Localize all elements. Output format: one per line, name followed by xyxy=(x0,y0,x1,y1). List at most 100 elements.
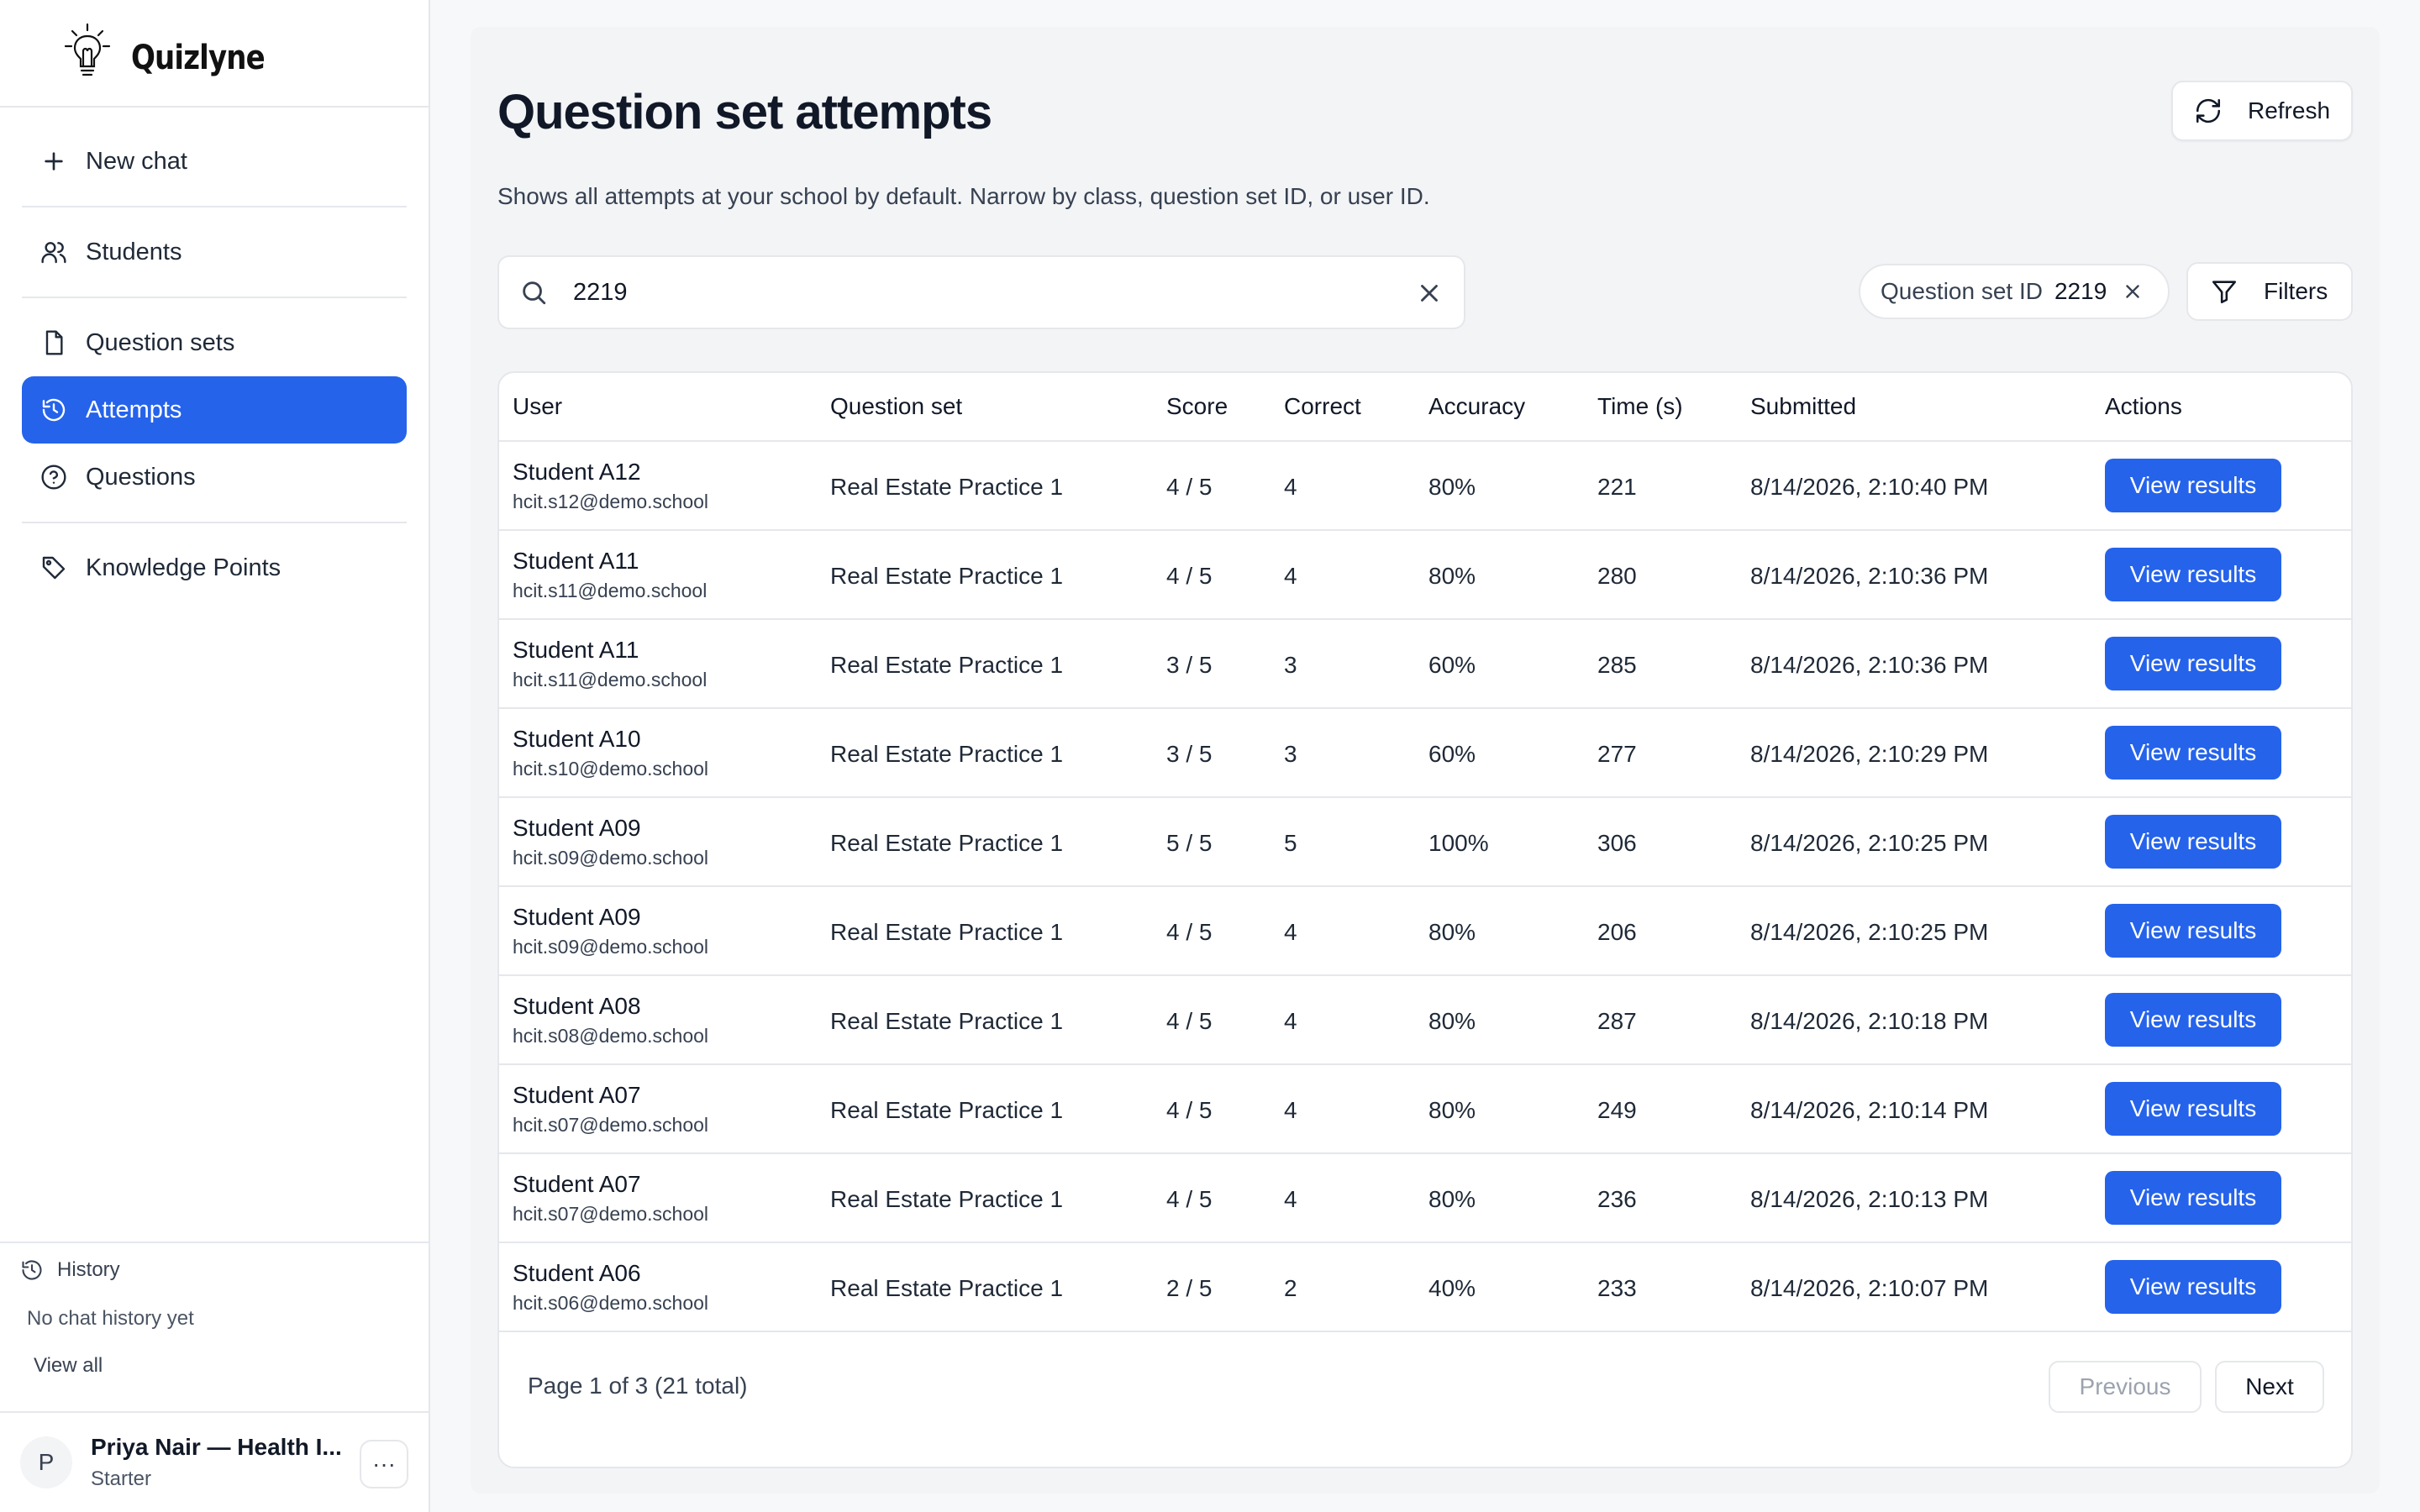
user-cell: Student A07 hcit.s07@demo.school xyxy=(513,1082,708,1137)
column-header-actions: Actions xyxy=(2105,393,2182,419)
submitted-cell: 8/14/2026, 2:10:07 PM xyxy=(1750,1275,1989,1301)
remove-filter-icon[interactable] xyxy=(2122,281,2144,302)
divider xyxy=(22,206,407,207)
table-row: Student A09 hcit.s09@demo.school Real Esta… xyxy=(499,798,2351,887)
question-set-cell: Real Estate Practice 1 xyxy=(830,474,1064,500)
column-header-submitted[interactable]: Submitted xyxy=(1750,393,1856,420)
question-set-cell: Real Estate Practice 1 xyxy=(830,1008,1064,1034)
sidebar-item-question-sets[interactable]: Question sets xyxy=(22,309,407,376)
divider xyxy=(22,297,407,298)
correct-cell: 4 xyxy=(1284,474,1297,500)
time-cell: 233 xyxy=(1597,1275,1637,1301)
time-cell: 206 xyxy=(1597,919,1637,945)
sidebar-item-label: Students xyxy=(86,238,182,265)
sidebar-item-label: New chat xyxy=(86,147,187,175)
correct-cell: 4 xyxy=(1284,1097,1297,1123)
view-results-button[interactable]: View results xyxy=(2105,1171,2281,1225)
history-section: History No chat history yet View all xyxy=(0,1242,429,1393)
submitted-cell: 8/14/2026, 2:10:36 PM xyxy=(1750,563,1989,589)
view-results-button[interactable]: View results xyxy=(2105,904,2281,958)
table-row: Student A11 hcit.s11@demo.school Real Esta… xyxy=(499,531,2351,620)
correct-cell: 3 xyxy=(1284,652,1297,678)
column-header-score[interactable]: Score xyxy=(1166,393,1228,420)
clear-search-icon[interactable] xyxy=(1415,279,1444,307)
main-content: Question set attempts Refresh Shows all … xyxy=(471,27,2380,1494)
student-name: Student A09 xyxy=(513,904,641,930)
accuracy-cell: 60% xyxy=(1428,741,1476,767)
user-cell: Student A08 hcit.s08@demo.school xyxy=(513,993,708,1047)
sidebar-item-students[interactable]: Students xyxy=(22,218,407,286)
submitted-cell: 8/14/2026, 2:10:25 PM xyxy=(1750,830,1989,856)
page-subtitle: Shows all attempts at your school by def… xyxy=(497,183,1430,209)
sidebar-item-attempts[interactable]: Attempts xyxy=(22,376,407,444)
view-results-button[interactable]: View results xyxy=(2105,1260,2281,1314)
user-cell: Student A10 hcit.s10@demo.school xyxy=(513,726,708,780)
column-header-user[interactable]: User xyxy=(513,393,562,420)
refresh-button[interactable]: Refresh xyxy=(2171,81,2353,141)
view-results-button[interactable]: View results xyxy=(2105,1082,2281,1136)
sidebar-item-questions[interactable]: Questions xyxy=(22,444,407,511)
view-results-button[interactable]: View results xyxy=(2105,993,2281,1047)
student-email: hcit.s07@demo.school xyxy=(513,1203,709,1225)
previous-page-button[interactable]: Previous xyxy=(2049,1361,2202,1413)
sidebar-item-label: Questions xyxy=(86,463,196,491)
student-email: hcit.s07@demo.school xyxy=(513,1114,709,1136)
time-cell: 249 xyxy=(1597,1097,1637,1123)
more-options-button[interactable]: ··· xyxy=(360,1440,408,1488)
table-header: User Question set Score Correct Accuracy… xyxy=(499,373,2351,442)
history-icon xyxy=(22,1260,42,1280)
question-set-cell: Real Estate Practice 1 xyxy=(830,1186,1064,1212)
page-info: Page 1 of 3 (21 total) xyxy=(528,1373,748,1399)
tag-icon xyxy=(42,556,66,580)
student-name: Student A10 xyxy=(513,726,641,752)
time-cell: 287 xyxy=(1597,1008,1637,1034)
filter-chip: Question set ID 2219 xyxy=(1859,264,2170,319)
question-set-cell: Real Estate Practice 1 xyxy=(830,1275,1064,1301)
accuracy-cell: 80% xyxy=(1428,474,1476,500)
lightbulb-logo-icon xyxy=(64,23,111,76)
table-row: Student A07 hcit.s07@demo.school Real Esta… xyxy=(499,1065,2351,1154)
history-header: History xyxy=(20,1258,408,1282)
column-header-time[interactable]: Time (s) xyxy=(1597,393,1683,420)
view-results-button[interactable]: View results xyxy=(2105,815,2281,869)
logo-row: Quizlyne xyxy=(0,0,429,108)
user-cell: Student A11 hcit.s11@demo.school xyxy=(513,548,707,602)
correct-cell: 5 xyxy=(1284,830,1297,856)
next-page-button[interactable]: Next xyxy=(2215,1361,2324,1413)
student-email: hcit.s06@demo.school xyxy=(513,1292,709,1314)
filter-icon xyxy=(2212,281,2237,304)
filters-label: Filters xyxy=(2264,278,2328,304)
student-email: hcit.s11@demo.school xyxy=(513,580,708,601)
question-set-cell: Real Estate Practice 1 xyxy=(830,741,1064,767)
score-cell: 4 / 5 xyxy=(1166,1008,1213,1034)
column-header-correct[interactable]: Correct xyxy=(1284,393,1361,420)
search-input[interactable] xyxy=(573,278,1380,307)
refresh-icon xyxy=(2196,98,2220,123)
table-body: Student A12 hcit.s12@demo.school Real Esta… xyxy=(499,442,2351,1332)
question-set-cell: Real Estate Practice 1 xyxy=(830,830,1064,856)
accuracy-cell: 80% xyxy=(1428,563,1476,589)
sidebar-item-new-chat[interactable]: New chat xyxy=(22,128,407,195)
attempts-table: User Question set Score Correct Accuracy… xyxy=(497,371,2353,1468)
column-header-accuracy[interactable]: Accuracy xyxy=(1428,393,1525,420)
score-cell: 4 / 5 xyxy=(1166,919,1213,945)
column-header-question-set[interactable]: Question set xyxy=(830,393,962,420)
student-name: Student A11 xyxy=(513,637,639,663)
filters-button[interactable]: Filters xyxy=(2186,262,2353,321)
view-results-button[interactable]: View results xyxy=(2105,548,2281,601)
view-results-button[interactable]: View results xyxy=(2105,459,2281,512)
user-profile[interactable]: P Priya Nair — Health I... Starter ··· xyxy=(0,1411,429,1512)
view-results-button[interactable]: View results xyxy=(2105,637,2281,690)
accuracy-cell: 40% xyxy=(1428,1275,1476,1301)
sidebar: Quizlyne New chat Students Question sets… xyxy=(0,0,430,1512)
score-cell: 4 / 5 xyxy=(1166,474,1213,500)
time-cell: 306 xyxy=(1597,830,1637,856)
view-results-button[interactable]: View results xyxy=(2105,726,2281,780)
user-cell: Student A09 hcit.s09@demo.school xyxy=(513,904,708,958)
filter-chip-value: 2219 xyxy=(2054,278,2107,304)
score-cell: 5 / 5 xyxy=(1166,830,1213,856)
user-name: Priya Nair — Health I... xyxy=(91,1434,342,1460)
sidebar-item-knowledge-points[interactable]: Knowledge Points xyxy=(22,534,407,601)
sidebar-item-label: Knowledge Points xyxy=(86,554,281,581)
history-view-all-link[interactable]: View all xyxy=(34,1354,408,1378)
